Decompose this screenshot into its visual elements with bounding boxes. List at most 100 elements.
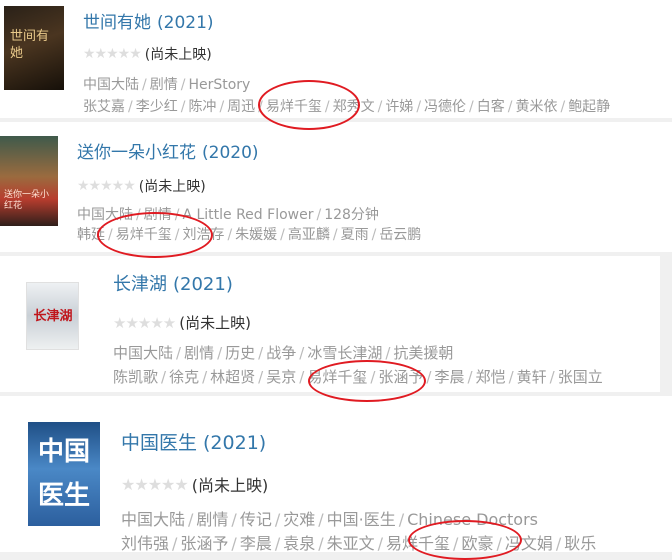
release-status: (尚未上映) <box>144 47 212 63</box>
cast-name-link[interactable]: 高亚麟 <box>288 227 330 243</box>
separator: / <box>467 368 473 386</box>
cast-name-link[interactable]: 耿乐 <box>564 534 596 552</box>
movie-poster[interactable]: 世间有她 <box>4 6 64 90</box>
movie-title-link[interactable]: 长津湖 (2021) <box>113 270 233 296</box>
cast-name-link[interactable]: 朱亚文 <box>327 534 375 552</box>
cast-name-link[interactable]: 郑秀文 <box>333 99 375 115</box>
cast-name-link[interactable]: 黄米依 <box>515 99 557 115</box>
separator: / <box>202 368 208 386</box>
movie-year: (2020) <box>202 143 259 163</box>
cast-name-link[interactable]: 张艾嘉 <box>83 99 125 115</box>
cast-name-link[interactable]: 陈冲 <box>188 99 216 115</box>
movie-meta: 中国大陆 / 剧情 / 历史 / 战争 / 冰雪长津湖 / 抗美援朝 <box>113 342 453 363</box>
cast-name-link[interactable]: 袁泉 <box>283 534 315 552</box>
poster-title: 中国医生 <box>37 437 90 511</box>
poster-title: 长津湖 <box>33 309 73 324</box>
separator: / <box>316 207 322 223</box>
cast-name-link[interactable]: 徐克 <box>169 368 199 386</box>
cast-name-link[interactable]: 韩延 <box>77 227 105 243</box>
cast-name-link[interactable]: 张涵予 <box>378 368 423 386</box>
cast-name-link[interactable]: 许娣 <box>385 99 413 115</box>
movie-title: 送你一朵小红花 <box>77 143 196 163</box>
meta-tag: 剧情 <box>196 510 229 529</box>
movie-poster[interactable]: 长津湖 <box>26 282 79 350</box>
movie-poster[interactable]: 中国医生 <box>28 422 100 526</box>
movie-card: 世间有她 世间有她 (2021) ★★★★★ (尚未上映) 中国大陆 / 剧情 / Her… <box>0 0 672 118</box>
cast-name-link[interactable]: 朱媛媛 <box>235 227 277 243</box>
meta-tag: 战争 <box>266 344 297 362</box>
meta-tag: 中国大陆 <box>113 344 174 362</box>
cast-name-link[interactable]: 岳云鹏 <box>379 227 421 243</box>
cast-name-link[interactable]: 周迅 <box>227 99 255 115</box>
rating-row: ★★★★★ (尚未上映) <box>113 312 251 333</box>
separator: / <box>469 99 474 115</box>
rating-row: ★★★★★ (尚未上映) <box>121 472 268 496</box>
cast-name-link[interactable]: 黄轩 <box>517 368 547 386</box>
rating-stars-icon: ★★★★★ <box>113 313 176 332</box>
separator: / <box>496 534 502 552</box>
cast-name-link[interactable]: 李少红 <box>136 99 178 115</box>
meta-tag: 剧情 <box>184 344 215 362</box>
separator: / <box>227 227 233 243</box>
cast-name-link[interactable]: 郑恺 <box>476 368 506 386</box>
movie-title: 世间有她 <box>83 13 151 33</box>
separator: / <box>128 99 133 115</box>
cast-name-link[interactable]: 张涵予 <box>180 534 228 552</box>
meta-tag: 灾难 <box>283 510 316 529</box>
separator: / <box>549 368 555 386</box>
cast-name-link[interactable]: 冯文娟 <box>505 534 553 552</box>
meta-tag: 冰雪长津湖 <box>307 344 383 362</box>
separator: / <box>377 99 383 115</box>
cast-name-link[interactable]: 李晨 <box>434 368 464 386</box>
movie-title-link[interactable]: 世间有她 (2021) <box>83 8 214 33</box>
separator: / <box>142 77 147 93</box>
separator: / <box>219 99 225 115</box>
meta-tag: A Little Red Flower <box>182 207 314 223</box>
cast-name-link[interactable]: 刘伟强 <box>121 534 169 552</box>
movie-cast: 张艾嘉 / 李少红 / 陈冲 / 周迅 / 易烊千玺 / 郑秀文 / 许娣 / 冯德伦 / 白客 / 黄米依 / 鲍起静 <box>83 96 610 116</box>
separator: / <box>231 534 237 552</box>
meta-tag: 中国大陆 <box>121 510 186 529</box>
cast-name-link[interactable]: 李晨 <box>240 534 272 552</box>
movie-title-link[interactable]: 送你一朵小红花 (2020) <box>77 138 259 163</box>
separator: / <box>108 227 113 243</box>
separator: / <box>385 344 391 362</box>
cast-name-link[interactable]: 易烊千玺 <box>307 368 367 386</box>
cast-name-link[interactable]: 张国立 <box>558 368 603 386</box>
separator: / <box>398 510 405 529</box>
cast-name-link[interactable]: 易烊千玺 <box>386 534 450 552</box>
cast-name-link[interactable]: 易烊千玺 <box>116 227 172 243</box>
cast-name-link[interactable]: 易烊千玺 <box>266 99 322 115</box>
separator: / <box>299 368 305 386</box>
movie-poster[interactable]: 送你一朵小红花 <box>0 136 58 226</box>
movie-meta: 中国大陆 / 剧情 / HerStory <box>83 74 250 94</box>
meta-tag: 中国大陆 <box>83 77 139 93</box>
separator: / <box>136 207 141 223</box>
separator: / <box>258 99 263 115</box>
meta-tag: 抗美援朝 <box>393 344 454 362</box>
release-status: (尚未上映) <box>138 179 206 195</box>
cast-name-link[interactable]: 陈凯歌 <box>113 368 158 386</box>
movie-meta: 中国大陆 / 剧情 / 传记 / 灾难 / 中国·医生 / Chinese Doctors <box>121 506 538 530</box>
separator: / <box>217 344 223 362</box>
cast-name-link[interactable]: 刘浩存 <box>182 227 224 243</box>
separator: / <box>180 77 186 93</box>
cast-name-link[interactable]: 吴京 <box>266 368 296 386</box>
cast-name-link[interactable]: 夏雨 <box>341 227 369 243</box>
separator: / <box>453 534 459 552</box>
separator: / <box>188 510 194 529</box>
cast-name-link[interactable]: 欧豪 <box>461 534 493 552</box>
cast-name-link[interactable]: 白客 <box>477 99 505 115</box>
cast-name-link[interactable]: 鲍起静 <box>568 99 610 115</box>
meta-tag: 历史 <box>225 344 256 362</box>
cast-name-link[interactable]: 林超贤 <box>210 368 255 386</box>
movie-title-link[interactable]: 中国医生 (2021) <box>121 428 266 455</box>
movie-year: (2021) <box>157 13 214 33</box>
separator: / <box>299 344 305 362</box>
separator: / <box>560 99 566 115</box>
meta-tag: HerStory <box>188 77 251 93</box>
separator: / <box>324 99 330 115</box>
separator: / <box>274 510 281 529</box>
cast-name-link[interactable]: 冯德伦 <box>424 99 466 115</box>
separator: / <box>172 534 178 552</box>
